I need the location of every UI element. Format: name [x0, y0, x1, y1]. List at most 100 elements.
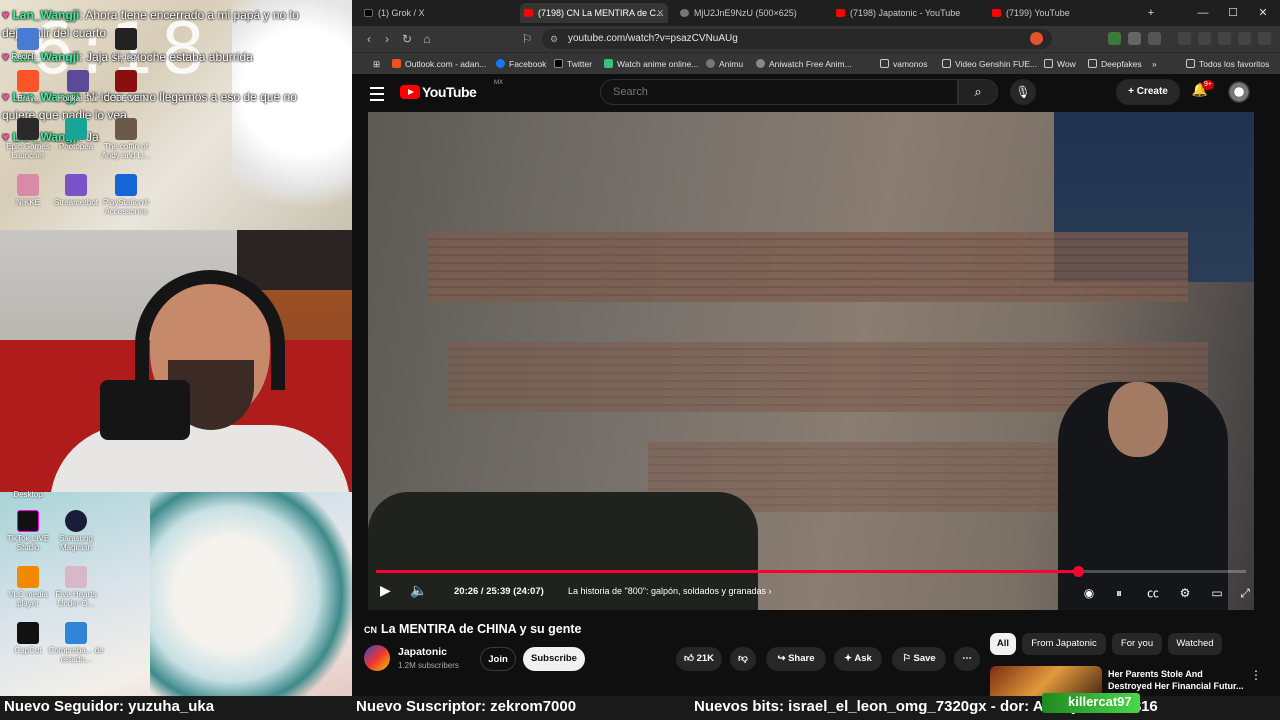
fullscreen-button[interactable]: ⤢ — [1236, 584, 1254, 602]
desktop-icon[interactable]: CODE VEIN — [98, 70, 154, 103]
music-icon[interactable] — [1178, 32, 1191, 45]
nikke-icon — [17, 174, 39, 196]
desktop-icon[interactable]: The coffin of Andy and Li... — [98, 118, 154, 160]
miniplayer-button[interactable]: ⏸ — [1110, 584, 1128, 602]
brave-shield-icon[interactable] — [1030, 32, 1043, 45]
chip-from-channel[interactable]: From Japatonic — [1022, 633, 1106, 655]
search-button[interactable]: ⌕ — [958, 79, 998, 105]
search-box[interactable] — [600, 79, 958, 105]
channel-name[interactable]: Japatonic — [398, 646, 447, 658]
settings-button[interactable]: ⚙ — [1176, 584, 1194, 602]
chevron-right-icon: › — [768, 586, 772, 596]
region-code: MX — [494, 80, 503, 86]
recommended-thumbnail[interactable] — [990, 666, 1102, 696]
vpn-icon[interactable] — [1238, 32, 1251, 45]
desktop-icon[interactable]: Five Hearts Under O... — [48, 566, 104, 608]
bookmark-label: Aniwatch Free Anim... — [769, 59, 852, 69]
progress-scrubber[interactable] — [1073, 566, 1085, 577]
tab-grok[interactable]: (1) Grok / X — [364, 3, 514, 23]
sidebar-icon[interactable] — [1198, 32, 1211, 45]
desktop-icon[interactable]: Brave — [0, 70, 56, 103]
desktop-icon[interactable]: Photopea — [48, 118, 104, 151]
desktop-icon[interactable]: Desktop — [0, 490, 56, 499]
share-button[interactable]: ↪ Share — [766, 647, 826, 671]
desktop-icon[interactable]: Streamerbot — [48, 174, 104, 207]
reload-button[interactable]: ↻ — [398, 30, 416, 48]
tab-image[interactable]: MjU2JnE9NzU (500×625) — [680, 3, 830, 23]
home-button[interactable]: ⌂ — [418, 30, 436, 48]
desktop-icon[interactable]: Legacy — [98, 28, 154, 61]
thumbs-up-icon: 👍︎ — [683, 653, 697, 664]
forward-button[interactable]: › — [378, 30, 396, 48]
minimize-button[interactable]: — — [1188, 0, 1218, 26]
notifications-button[interactable]: 🔔 9+ — [1190, 80, 1214, 102]
more-bookmarks-icon[interactable]: » — [1152, 53, 1157, 75]
progress-bar[interactable] — [376, 566, 1246, 577]
extension-icon[interactable] — [1108, 32, 1121, 45]
tab-youtube[interactable]: (7199) YouTube — [992, 3, 1142, 23]
save-button[interactable]: ⚐ Save — [892, 647, 946, 671]
chip-watched[interactable]: Watched — [1168, 633, 1222, 655]
desktop-icon[interactable]: Comproba... de estado... — [48, 622, 104, 664]
create-button[interactable]: + Create — [1116, 79, 1180, 105]
recommended-title[interactable]: Her Parents Stole And Destroyed Her Fina… — [1108, 668, 1248, 692]
bookmark-folder-deepfakes[interactable]: Deepfakes — [1088, 53, 1142, 75]
new-tab-button[interactable]: + — [1136, 0, 1166, 26]
more-vertical-icon[interactable]: ⋮ — [1250, 668, 1262, 682]
youtube-icon — [992, 9, 1001, 17]
wallet-icon[interactable] — [1148, 32, 1161, 45]
five-hearts-icon — [65, 566, 87, 588]
desktop-icon[interactable]: PlayStation® Accessories — [98, 174, 154, 216]
play-button[interactable]: ▶ — [380, 582, 391, 599]
chapter-title[interactable]: La historia de "800": galpón, soldados y… — [568, 586, 772, 596]
bookmark-folder-genshin[interactable]: Video Genshin FUE... — [942, 53, 1037, 75]
bookmark-outlook[interactable]: Outlook.com - adan... — [392, 53, 486, 75]
channel-avatar[interactable] — [364, 645, 390, 671]
chip-for-you[interactable]: For you — [1112, 633, 1162, 655]
more-actions-button[interactable]: ⋯ — [954, 647, 980, 671]
account-avatar[interactable] — [1228, 81, 1250, 103]
bookmark-folder-vamonos[interactable]: vamonos — [880, 53, 928, 75]
puzzle-icon[interactable] — [1128, 32, 1141, 45]
close-tab-icon[interactable]: ✕ — [656, 3, 664, 23]
site-info-icon[interactable]: ⚙ — [550, 29, 558, 49]
search-input[interactable] — [601, 80, 957, 104]
bookmark-facebook[interactable]: Facebook — [496, 53, 546, 75]
maximize-button[interactable]: ☐ — [1218, 0, 1248, 26]
dislike-button[interactable]: 👎︎ — [730, 647, 756, 671]
bookmark-label: Twitter — [567, 59, 593, 69]
bookmark-folder-wow[interactable]: Wow — [1044, 53, 1076, 75]
bookmark-icon[interactable]: ⚐ — [518, 30, 536, 48]
chip-all[interactable]: All — [990, 633, 1016, 655]
bookmark-all[interactable]: Todos los favoritos — [1186, 53, 1269, 75]
theater-button[interactable]: ▭ — [1208, 584, 1226, 602]
address-bar[interactable]: ⚙ youtube.com/watch?v=psazCVNuAUg — [542, 29, 1052, 49]
subscribe-button[interactable]: Subscribe — [523, 647, 585, 671]
video-title: CN La MENTIRA de CHINA y su gente — [364, 622, 581, 636]
subtitles-button[interactable]: ㏄ — [1144, 584, 1162, 602]
tab-japatonic[interactable]: (7198) Japatonic - YouTube — [836, 3, 986, 23]
bookmark-aniwatch[interactable]: Aniwatch Free Anim... — [756, 53, 852, 75]
menu-icon[interactable] — [1258, 32, 1271, 45]
autoplay-toggle[interactable]: ◉ — [1080, 584, 1098, 602]
bookmark-anime[interactable]: Watch anime online... — [604, 53, 698, 75]
apps-icon[interactable]: ⊞ — [360, 53, 380, 75]
bookmark-animu[interactable]: Animu — [706, 53, 743, 75]
back-button[interactable]: ‹ — [360, 30, 378, 48]
bookmark-twitter[interactable]: Twitter — [554, 53, 592, 75]
tab-strip: (1) Grok / X (7198) CN La MENTIRA de C..… — [352, 0, 1280, 26]
join-button[interactable]: Join — [480, 647, 516, 671]
ask-button[interactable]: ✦ Ask — [834, 647, 882, 671]
video-player[interactable]: ▶ 🔈 20:26 / 25:39 (24:07) La historia de… — [368, 112, 1254, 610]
tab-video[interactable]: (7198) CN La MENTIRA de C... ✕ — [520, 3, 668, 23]
like-button[interactable]: 👍︎ 21K — [676, 647, 722, 671]
tiktok-live-icon — [17, 510, 39, 532]
close-window-button[interactable]: ✕ — [1248, 0, 1278, 26]
desktop-icon[interactable]: Recicla... — [0, 28, 56, 61]
hamburger-menu-icon[interactable] — [370, 83, 384, 103]
bookmark-label: Deepfakes — [1101, 59, 1142, 69]
voice-search-button[interactable]: 🎙 — [1010, 79, 1036, 105]
desktop-icon[interactable]: Samsung Magician — [48, 510, 104, 552]
leo-icon[interactable] — [1218, 32, 1231, 45]
mute-button[interactable]: 🔈 — [410, 582, 427, 599]
